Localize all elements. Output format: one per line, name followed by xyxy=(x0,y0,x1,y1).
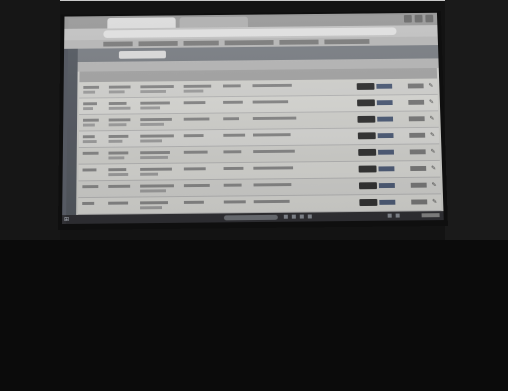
status-badge xyxy=(410,165,427,172)
taskbar-app-icon[interactable] xyxy=(291,214,296,219)
edit-delete-icon[interactable]: ✎ xyxy=(429,99,434,106)
action-button[interactable] xyxy=(357,132,376,140)
browser-tab[interactable] xyxy=(179,16,248,28)
room-left-shadow xyxy=(0,0,60,240)
data-table: ✎ ✎ ✎ ✎ ✎ ✎ ✎ ✎ xyxy=(78,67,442,215)
row-link[interactable] xyxy=(377,133,394,139)
bookmark-item[interactable] xyxy=(183,40,219,46)
desk-shadow xyxy=(0,240,508,391)
edit-delete-icon[interactable]: ✎ xyxy=(430,132,435,139)
screen: ✎ ✎ ✎ ✎ ✎ ✎ ✎ ✎ ⊞ xyxy=(62,12,444,225)
row-link[interactable] xyxy=(378,166,395,172)
taskbar-app-icon[interactable] xyxy=(283,214,288,219)
edit-delete-icon[interactable]: ✎ xyxy=(428,82,433,89)
app-sidebar xyxy=(62,48,78,225)
bookmark-item[interactable] xyxy=(103,41,133,47)
edit-delete-icon[interactable]: ✎ xyxy=(430,148,435,155)
tray-icon[interactable] xyxy=(387,213,392,218)
action-button[interactable] xyxy=(359,198,378,207)
edit-delete-icon[interactable]: ✎ xyxy=(432,198,437,205)
action-button[interactable] xyxy=(356,83,375,90)
edit-delete-icon[interactable]: ✎ xyxy=(432,182,437,189)
bookmark-item[interactable] xyxy=(224,40,274,46)
edit-delete-icon[interactable]: ✎ xyxy=(431,165,436,172)
bookmark-item[interactable] xyxy=(279,39,319,45)
row-link[interactable] xyxy=(377,116,394,122)
taskbar-app-icon[interactable] xyxy=(307,214,312,219)
status-badge xyxy=(410,182,427,188)
browser-tab-active[interactable] xyxy=(107,17,176,29)
status-badge xyxy=(408,116,425,122)
row-link[interactable] xyxy=(379,199,396,205)
row-link[interactable] xyxy=(376,83,393,89)
row-link[interactable] xyxy=(376,100,393,106)
row-link[interactable] xyxy=(378,149,395,155)
taskbar-search[interactable] xyxy=(223,214,278,221)
windows-icon[interactable]: ⊞ xyxy=(64,216,69,223)
status-badge xyxy=(411,199,428,205)
minimize-icon[interactable] xyxy=(403,14,412,23)
bookmark-item[interactable] xyxy=(324,39,370,45)
bookmark-item[interactable] xyxy=(138,41,178,47)
row-link[interactable] xyxy=(378,182,395,189)
status-badge xyxy=(408,99,425,105)
taskbar-clock xyxy=(421,213,440,218)
edit-delete-icon[interactable]: ✎ xyxy=(429,115,434,122)
monitor: ✎ ✎ ✎ ✎ ✎ ✎ ✎ ✎ ⊞ xyxy=(57,10,448,231)
status-badge xyxy=(407,83,424,89)
maximize-icon[interactable] xyxy=(414,14,423,23)
status-badge xyxy=(409,132,426,138)
action-button[interactable] xyxy=(358,165,377,173)
search-input[interactable] xyxy=(118,50,166,59)
taskbar-app-icon[interactable] xyxy=(299,214,304,219)
action-button[interactable] xyxy=(357,99,375,107)
status-badge xyxy=(409,149,426,155)
room-right-shadow xyxy=(445,0,508,240)
action-button[interactable] xyxy=(357,115,376,123)
action-button[interactable] xyxy=(358,182,378,190)
tray-icon[interactable] xyxy=(395,213,400,218)
close-icon[interactable] xyxy=(425,14,434,23)
action-button[interactable] xyxy=(358,148,377,156)
